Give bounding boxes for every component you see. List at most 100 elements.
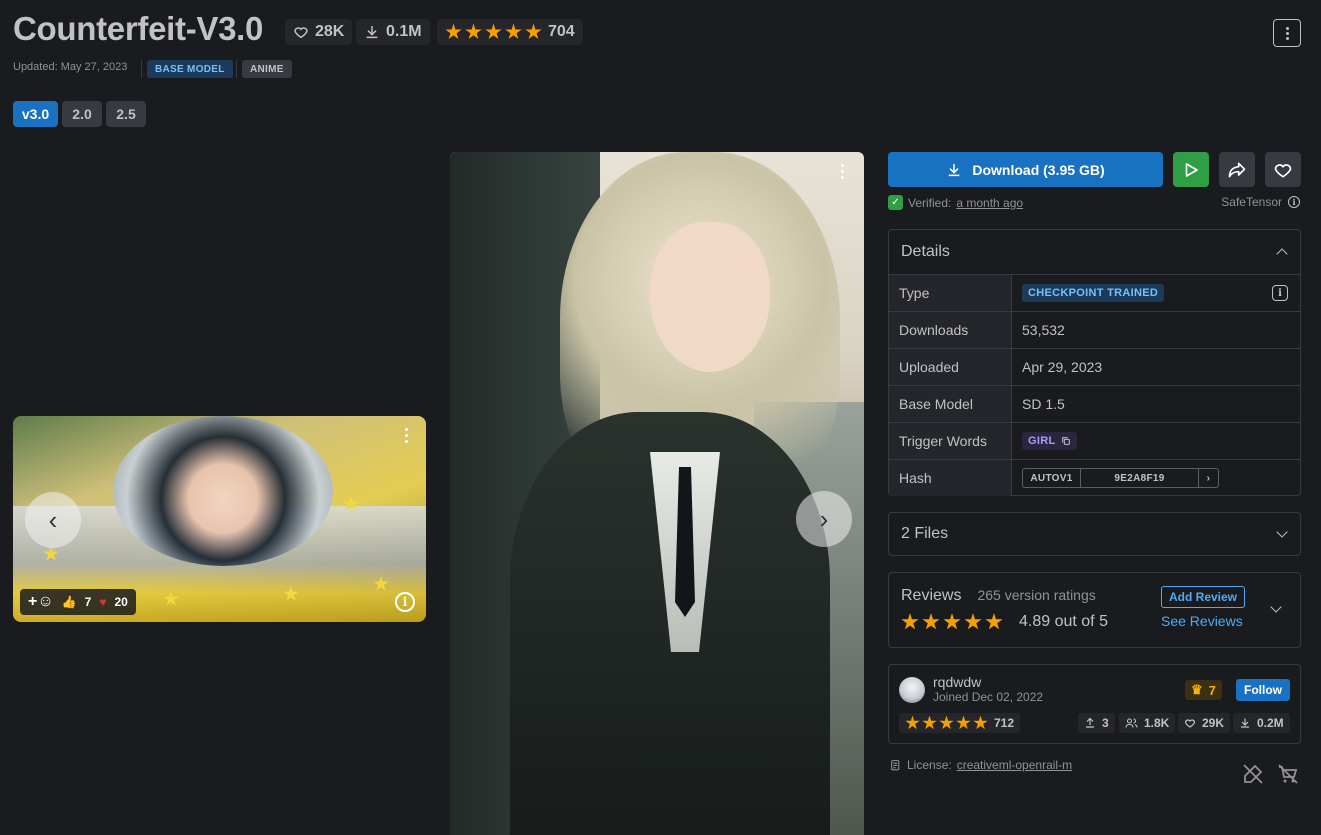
- avatar[interactable]: [899, 677, 925, 703]
- anime-badge[interactable]: ANIME: [242, 60, 292, 78]
- verified-row: ✓ Verified: a month ago: [888, 195, 1023, 210]
- thumbs-count: 7: [84, 595, 92, 609]
- trigger-word-badge[interactable]: GIRL: [1022, 432, 1078, 450]
- follow-button[interactable]: Follow: [1236, 679, 1290, 701]
- uploads-count: 3: [1102, 716, 1109, 730]
- chevron-left-icon: ‹: [48, 504, 58, 535]
- play-icon: [1185, 162, 1198, 177]
- details-panel: Details Type CHECKPOINT TRAINED i Downlo…: [888, 229, 1301, 496]
- details-key: Downloads: [889, 312, 1012, 348]
- trigger-word-text: GIRL: [1028, 435, 1056, 447]
- version-tab-v3[interactable]: v3.0: [13, 101, 58, 127]
- shield-check-icon: ✓: [888, 195, 903, 210]
- heart-icon: [1184, 719, 1196, 728]
- downloads-stat: 0.1M: [356, 19, 430, 45]
- upload-icon: [1086, 717, 1094, 728]
- star-icon: [939, 715, 954, 730]
- chevron-right-icon: ›: [819, 503, 829, 534]
- add-review-button[interactable]: Add Review: [1161, 586, 1246, 608]
- followers-count: 1.8K: [1144, 716, 1170, 730]
- astronaut-helmet-art: [113, 416, 333, 566]
- version-tab-2-0[interactable]: 2.0: [62, 101, 102, 127]
- rating-stat[interactable]: 704: [437, 19, 583, 45]
- run-button[interactable]: [1173, 152, 1209, 187]
- hash-field[interactable]: AUTOV1 9E2A8F19 ›: [1022, 468, 1219, 488]
- files-header[interactable]: 2 Files: [889, 513, 1300, 555]
- rating-stars: [445, 23, 542, 41]
- thumb-menu-icon[interactable]: [405, 428, 408, 443]
- copy-icon: [1062, 437, 1071, 445]
- crown-count: 7: [1208, 682, 1216, 698]
- no-generate-icon: [1241, 762, 1265, 791]
- creator-name[interactable]: rqdwdw: [933, 674, 981, 690]
- downloads-chip: 0.2M: [1233, 713, 1290, 733]
- download-button[interactable]: Download (3.95 GB): [888, 152, 1163, 187]
- chevron-right-icon[interactable]: ›: [1199, 469, 1218, 487]
- star-icon: [956, 715, 971, 730]
- image-info-icon[interactable]: i: [395, 592, 415, 612]
- details-key: Base Model: [889, 386, 1012, 422]
- share-icon: [1228, 162, 1246, 177]
- updated-date: Updated: May 27, 2023: [13, 61, 128, 73]
- chevron-down-icon[interactable]: [1270, 601, 1282, 613]
- safetensor-label: SafeTensor i: [1221, 195, 1300, 209]
- star-icon: [905, 715, 920, 730]
- download-icon: [949, 163, 960, 176]
- chevron-up-icon[interactable]: [1276, 248, 1288, 260]
- likes-count: 28K: [315, 23, 345, 40]
- carousel-prev-button[interactable]: ‹: [25, 492, 81, 548]
- downloads-count: 0.1M: [386, 23, 422, 40]
- star-icon: [922, 715, 937, 730]
- thumbs-up-icon: 👍: [61, 595, 77, 609]
- gallery-thumbnail[interactable]: ‹ +☺ 👍 7 ♥ 20 i: [13, 416, 426, 622]
- files-title: 2 Files: [901, 525, 949, 542]
- license-label: License:: [907, 758, 952, 772]
- license-link[interactable]: creativeml-openrail-m: [957, 758, 1072, 772]
- favorite-button[interactable]: [1265, 152, 1301, 187]
- type-badge: CHECKPOINT TRAINED: [1022, 284, 1165, 302]
- chevron-down-icon[interactable]: [1276, 526, 1288, 538]
- creator-rating-count: 712: [994, 716, 1015, 730]
- main-preview-image[interactable]: ›: [450, 152, 864, 835]
- divider: [141, 60, 142, 78]
- star-icon: [485, 23, 502, 39]
- details-value: 53,532: [1022, 322, 1065, 338]
- details-row-hash: Hash AUTOV1 9E2A8F19 ›: [889, 459, 1300, 496]
- hash-type: AUTOV1: [1023, 469, 1081, 487]
- reactions-bar[interactable]: +☺ 👍 7 ♥ 20: [20, 589, 136, 615]
- carousel-next-button[interactable]: ›: [796, 491, 852, 547]
- details-row-downloads: Downloads 53,532: [889, 311, 1300, 348]
- star-icon: [505, 23, 522, 39]
- star-icon: [973, 715, 988, 730]
- see-reviews-link[interactable]: See Reviews: [1161, 613, 1243, 629]
- likes-stat[interactable]: 28K: [285, 19, 353, 45]
- heart-icon: [294, 27, 308, 39]
- reviews-panel: Reviews 265 version ratings 4.89 out of …: [888, 572, 1301, 648]
- no-sell-icon: [1276, 762, 1300, 791]
- details-header[interactable]: Details: [889, 230, 1300, 274]
- image-menu-icon[interactable]: [841, 164, 844, 179]
- share-button[interactable]: [1219, 152, 1255, 187]
- files-panel[interactable]: 2 Files: [888, 512, 1301, 556]
- details-key: Trigger Words: [889, 423, 1012, 459]
- heart-icon: [1274, 163, 1292, 178]
- version-tab-2-5[interactable]: 2.5: [106, 101, 146, 127]
- details-row-uploaded: Uploaded Apr 29, 2023: [889, 348, 1300, 385]
- info-icon[interactable]: i: [1288, 196, 1300, 208]
- reviews-count: 265 version ratings: [977, 587, 1096, 603]
- star-icon: [465, 23, 482, 39]
- verified-label: Verified:: [908, 195, 952, 210]
- followers-chip: 1.8K: [1119, 713, 1176, 733]
- star-icon: [922, 613, 940, 630]
- users-icon: [1125, 718, 1138, 728]
- creator-rating-chip: 712: [899, 713, 1021, 733]
- heart-reaction-icon: ♥: [99, 595, 107, 609]
- likes-chip: 29K: [1178, 713, 1231, 733]
- details-row-trigger-words: Trigger Words GIRL: [889, 422, 1300, 459]
- add-reaction-icon[interactable]: +☺: [28, 593, 54, 611]
- download-icon: [1241, 718, 1249, 728]
- details-key: Type: [889, 275, 1012, 311]
- verified-time-link[interactable]: a month ago: [956, 196, 1023, 210]
- more-options-button[interactable]: [1273, 19, 1301, 47]
- info-icon[interactable]: i: [1272, 285, 1288, 301]
